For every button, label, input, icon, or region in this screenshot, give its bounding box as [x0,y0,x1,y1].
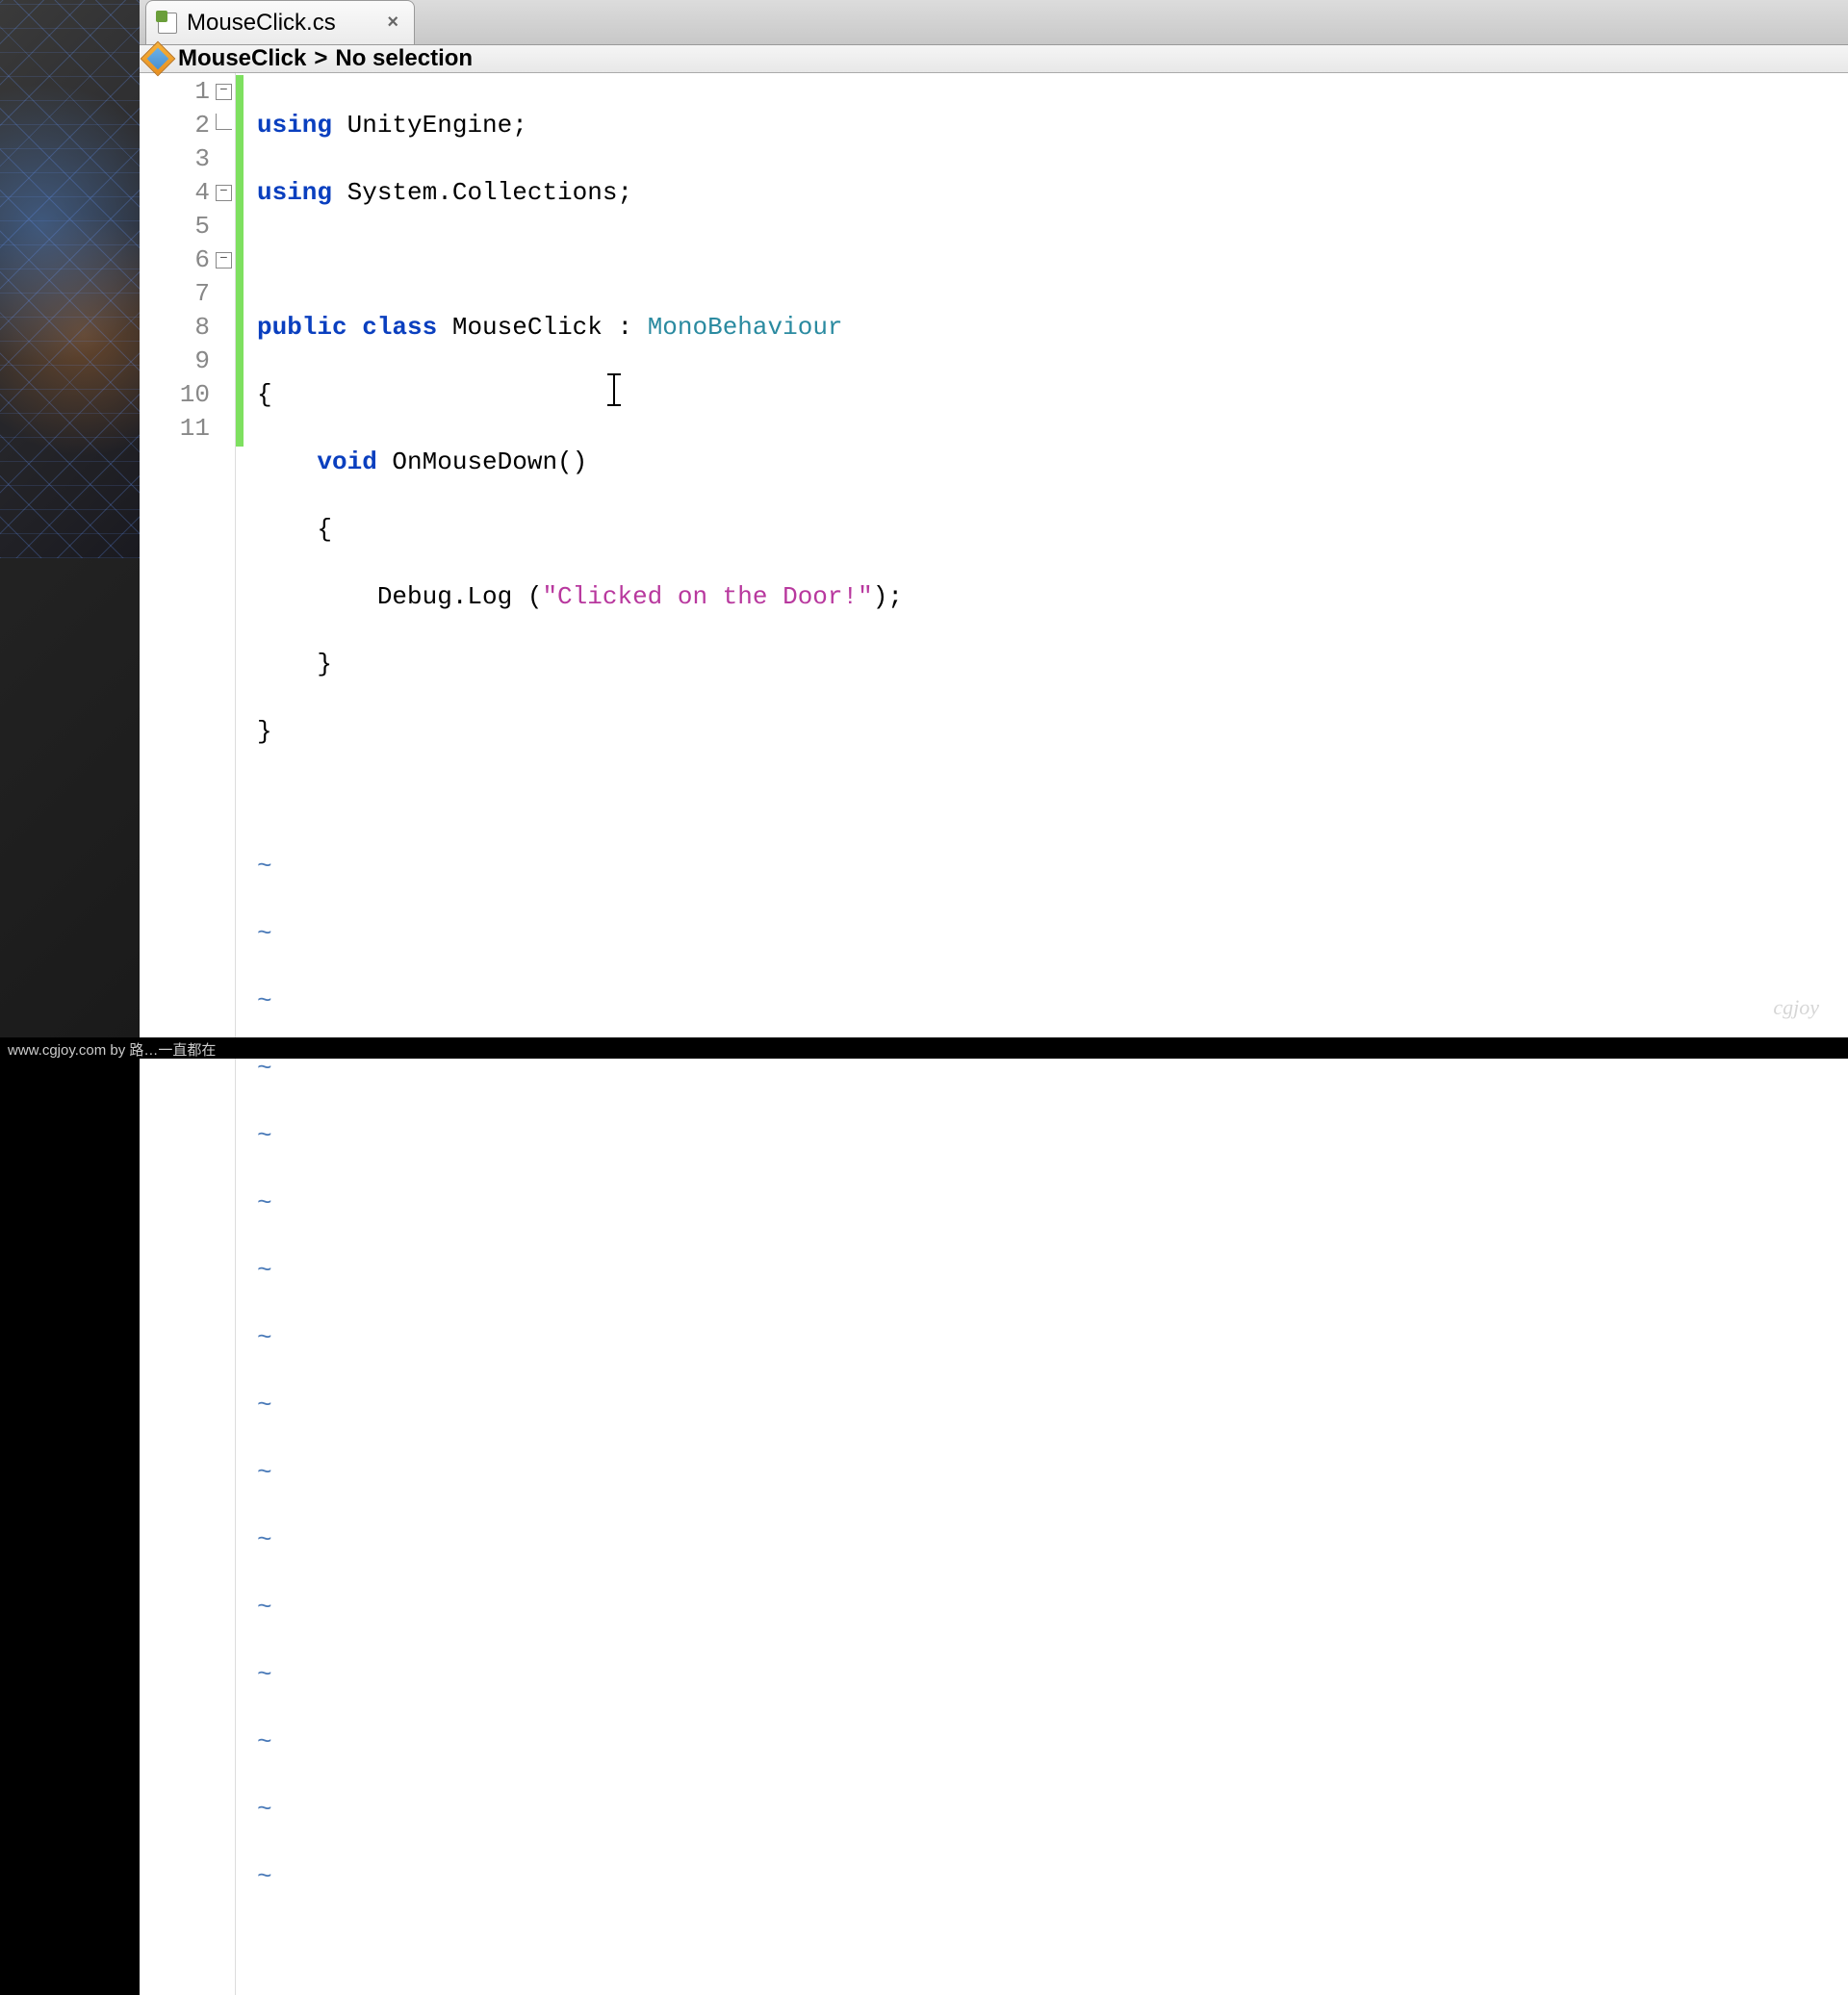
empty-line-tilde: ~ [257,986,272,1015]
code-text: UnityEngine; [332,111,527,140]
empty-line-tilde: ~ [257,919,272,948]
line-number: 2 [167,109,216,142]
empty-line-tilde: ~ [257,1391,272,1420]
line-number: 7 [167,277,216,311]
watermark: cgjoy [1773,995,1819,1020]
type-name: MonoBehaviour [648,313,843,342]
line-number: 3 [167,142,216,176]
code-editor-panel: MouseClick.cs × MouseClick > No selectio… [140,0,1848,1059]
empty-line-tilde: ~ [257,1660,272,1689]
keyword-public: public [257,313,347,342]
empty-line-tilde: ~ [257,1189,272,1217]
code-text: System.Collections; [332,178,632,207]
modified-lines-marker [236,75,244,447]
keyword-using: using [257,111,332,140]
fold-end-icon [216,114,232,130]
code-text: } [257,650,332,678]
breadcrumb-selection[interactable]: No selection [335,45,473,72]
keyword-using: using [257,178,332,207]
code-text: ); [873,582,903,611]
empty-line-tilde: ~ [257,1525,272,1554]
empty-line-tilde: ~ [257,1256,272,1285]
code-text: Debug.Log ( [257,582,542,611]
unity-preview-panel [0,0,140,1059]
line-number-gutter: 1− 2 3 4− 5 6− 7 8 9 10 11 [140,73,236,1995]
code-text: { [257,380,272,409]
keyword-class: class [347,313,438,342]
string-literal: "Clicked on the Door!" [542,582,872,611]
code-area: 1− 2 3 4− 5 6− 7 8 9 10 11 using UnityEn… [140,73,1848,1995]
empty-line-tilde: ~ [257,1795,272,1824]
line-number: 5 [167,210,216,243]
csharp-file-icon [158,13,177,34]
code-text-area[interactable]: using UnityEngine; using System.Collecti… [247,73,1848,1995]
fold-toggle[interactable]: − [216,84,232,100]
empty-line-tilde: ~ [257,1593,272,1622]
line-number: 11 [167,412,216,446]
wireframe-overlay [0,0,140,558]
footer-credit: www.cgjoy.com by 路…一直都在 [0,1037,1848,1059]
code-text: { [257,515,332,544]
chevron-right-icon: > [310,45,331,72]
line-number: 4 [167,176,216,210]
fold-toggle[interactable]: − [216,252,232,269]
code-text: MouseClick : [437,313,647,342]
line-number: 1 [167,75,216,109]
empty-line-tilde: ~ [257,1458,272,1487]
empty-line-tilde: ~ [257,852,272,881]
scene-preview [0,0,140,558]
tab-filename: MouseClick.cs [187,10,336,37]
line-number: 10 [167,378,216,412]
change-indicator-bar [236,73,247,1995]
empty-line-tilde: ~ [257,1727,272,1756]
fold-toggle[interactable]: − [216,185,232,201]
tab-bar: MouseClick.cs × [140,0,1848,45]
keyword-void: void [257,448,377,476]
file-tab[interactable]: MouseClick.cs × [145,0,415,44]
line-number: 8 [167,311,216,345]
empty-line-tilde: ~ [257,1121,272,1150]
breadcrumb[interactable]: MouseClick > No selection [140,45,1848,73]
class-icon [141,41,176,77]
empty-line-tilde: ~ [257,1323,272,1352]
empty-line-tilde: ~ [257,1862,272,1891]
line-number: 9 [167,345,216,378]
close-icon[interactable]: × [387,12,398,34]
line-number: 6 [167,243,216,277]
breadcrumb-class[interactable]: MouseClick [178,45,306,72]
text-cursor [613,375,615,404]
code-text: } [257,717,272,746]
code-text: OnMouseDown() [377,448,587,476]
